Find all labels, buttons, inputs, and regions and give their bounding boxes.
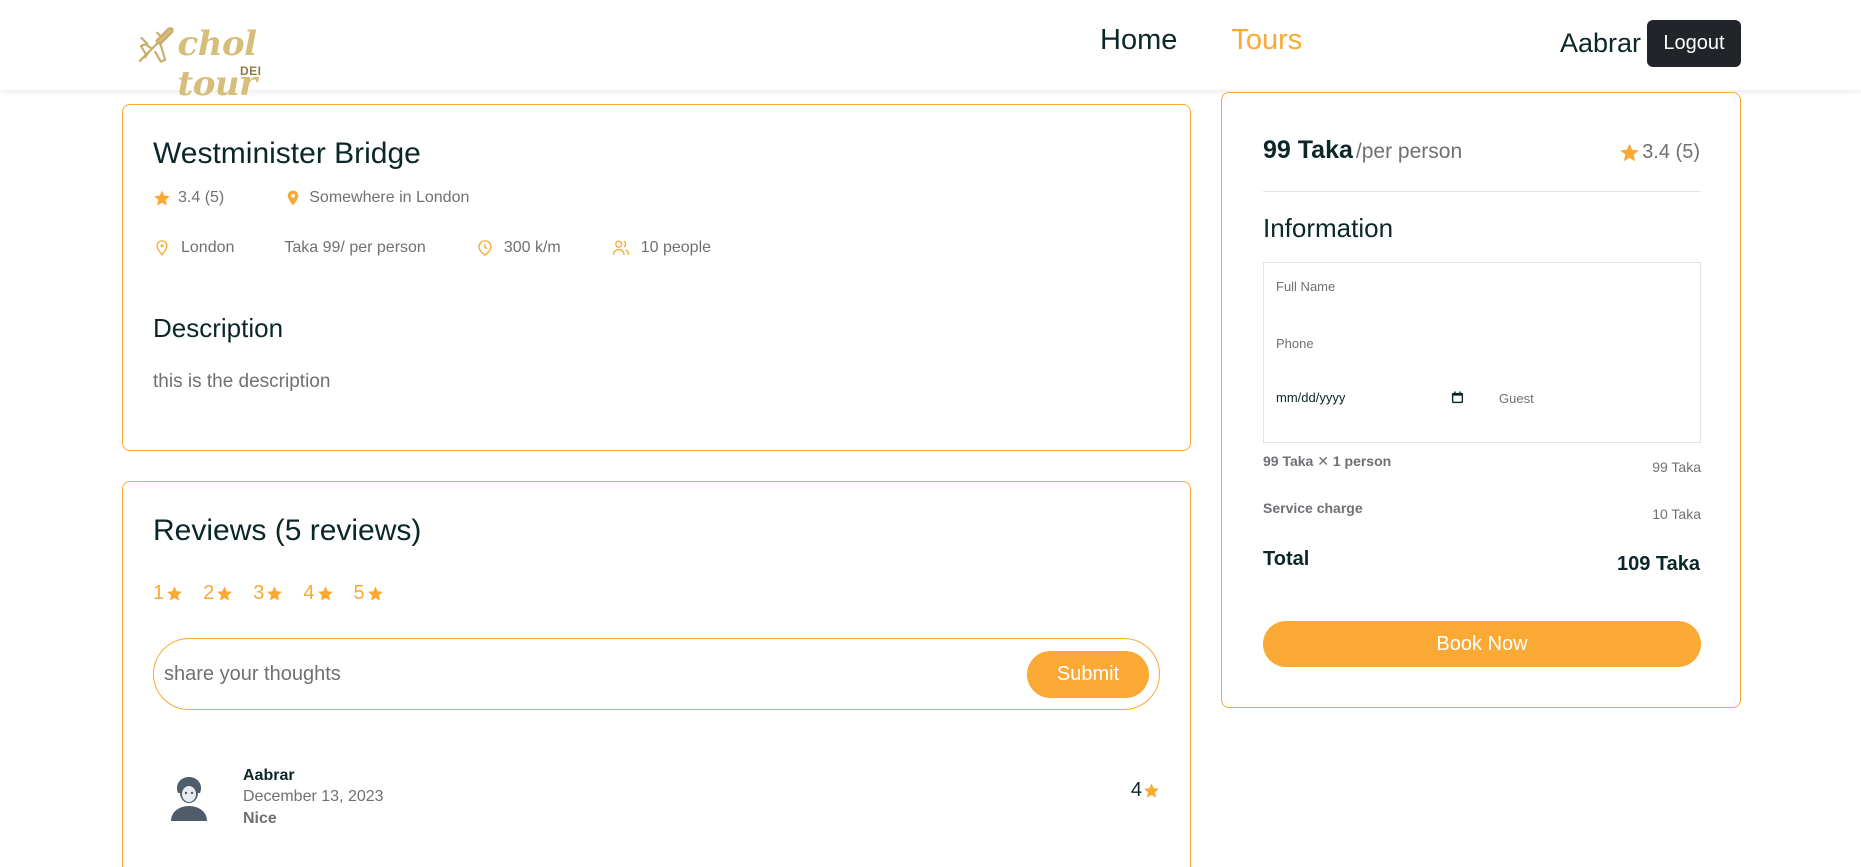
tour-group-size-text: 10 people — [640, 239, 712, 256]
booking-form: mm/dd/yyyy Guest — [1263, 262, 1701, 443]
review-text: Nice — [243, 810, 277, 827]
price-line-label: 99 Taka ✕ 1 person — [1263, 453, 1392, 469]
total-label: Total — [1263, 548, 1310, 570]
nav-home[interactable]: Home — [1100, 24, 1177, 57]
price-amount: 99 Taka — [1263, 136, 1353, 164]
logo-subtext: DEI — [240, 64, 262, 78]
guest-input[interactable]: Guest — [1499, 391, 1534, 406]
submit-review-button[interactable]: Submit — [1027, 650, 1149, 698]
full-name-input[interactable] — [1276, 279, 1676, 294]
star-icon — [1144, 783, 1159, 798]
logo[interactable]: chol tour DEI — [134, 22, 324, 104]
description-text: this is the description — [153, 371, 331, 392]
review-rating: 4 — [1131, 779, 1160, 802]
reviewer-name: Aabrar — [243, 767, 295, 784]
logout-button[interactable]: Logout — [1647, 20, 1741, 67]
rating-option-4[interactable]: 4 — [303, 582, 333, 605]
star-icon — [367, 586, 383, 601]
description-heading: Description — [153, 313, 284, 343]
star-icon — [1620, 143, 1639, 162]
avatar-icon — [171, 777, 207, 821]
divider — [1263, 191, 1701, 192]
star-icon — [217, 586, 233, 601]
tour-price: Taka 99/ per person — [284, 239, 425, 257]
tour-rating: 3.4 (5) — [153, 189, 224, 207]
tour-meta-row: 3.4 (5) Somewhere in London — [153, 189, 529, 207]
booking-card: 99 Taka/per person 3.4 (5) Information m… — [1221, 92, 1741, 708]
review-item: Aabrar December 13, 2023 Nice 4 — [153, 767, 1160, 847]
date-placeholder: mm/dd/yyyy — [1276, 390, 1346, 405]
star-icon — [167, 586, 183, 601]
booking-rating-value: 3.4 (5) — [1642, 141, 1700, 163]
review-form: Submit — [153, 638, 1160, 710]
booking-rating: 3.4 (5) — [1619, 141, 1700, 164]
booking-price: 99 Taka/per person — [1263, 136, 1462, 165]
map-pin-outline-icon — [156, 240, 168, 256]
tour-group-size: 10 people — [611, 239, 711, 257]
star-icon — [154, 190, 170, 206]
book-now-button[interactable]: Book Now — [1263, 621, 1701, 667]
tour-city-text: London — [181, 239, 235, 256]
rating-selector: 1 2 3 4 5 — [153, 582, 384, 605]
service-charge-value: 10 Taka — [1652, 506, 1701, 522]
airplane-icon — [138, 27, 174, 63]
reviews-heading: Reviews (5 reviews) — [153, 514, 422, 547]
information-heading: Information — [1263, 213, 1394, 243]
total-value: 109 Taka — [1616, 553, 1700, 575]
user-name: Aabrar — [1560, 28, 1642, 58]
price-unit: /per person — [1355, 140, 1463, 163]
tour-city: London — [153, 239, 234, 257]
people-icon — [612, 240, 629, 255]
star-icon — [267, 586, 283, 601]
phone-input[interactable] — [1276, 336, 1676, 351]
reviews-card: Reviews (5 reviews) 1 2 3 4 5 Submit Aab… — [122, 481, 1191, 867]
rating-option-3[interactable]: 3 — [253, 582, 283, 605]
clock-pin-icon — [478, 240, 492, 256]
rating-option-5[interactable]: 5 — [354, 582, 384, 605]
location-pin-icon — [288, 190, 299, 206]
nav-tours[interactable]: Tours — [1231, 24, 1302, 57]
tour-address: Somewhere in London — [284, 189, 469, 207]
tour-distance: 300 k/m — [476, 239, 561, 257]
tour-rating-value: 3.4 (5) — [178, 189, 225, 206]
review-date: December 13, 2023 — [243, 788, 384, 805]
tour-distance-text: 300 k/m — [503, 239, 561, 256]
rating-option-2[interactable]: 2 — [203, 582, 233, 605]
service-charge-label: Service charge — [1263, 500, 1363, 516]
site-header: chol tour DEI Home Tours Aabrar Logout — [0, 0, 1861, 104]
main-nav: Home Tours — [1100, 24, 1302, 57]
tour-price-text: Taka 99/ per person — [284, 239, 426, 256]
calendar-icon[interactable] — [1451, 391, 1464, 404]
rating-option-1[interactable]: 1 — [153, 582, 183, 605]
review-input[interactable] — [164, 662, 1027, 686]
star-icon — [317, 586, 333, 601]
tour-address-text: Somewhere in London — [309, 189, 470, 206]
date-input[interactable]: mm/dd/yyyy — [1276, 390, 1464, 405]
price-line-value: 99 Taka — [1652, 459, 1701, 475]
tour-title: Westminister Bridge — [153, 137, 421, 170]
tour-info-card: Westminister Bridge 3.4 (5) Somewhere in… — [122, 104, 1191, 451]
tour-details-row: London Taka 99/ per person 300 k/m 10 pe… — [153, 239, 761, 257]
